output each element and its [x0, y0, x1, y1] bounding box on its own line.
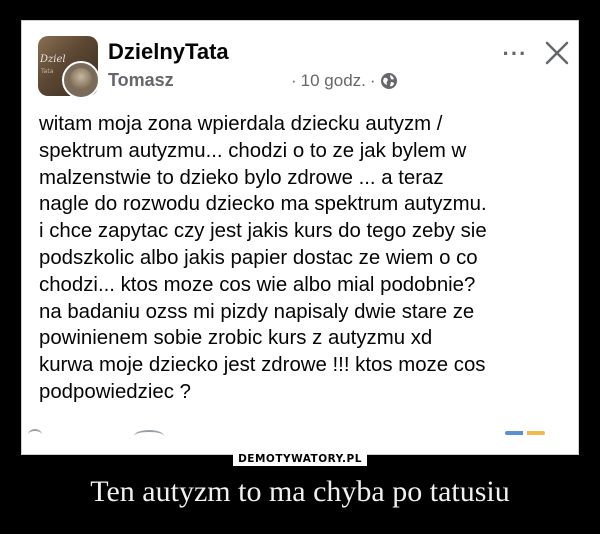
post-timestamp[interactable]: 10 godz. — [301, 71, 366, 91]
author-profile-picture[interactable] — [62, 61, 100, 99]
post-screenshot-frame: Dziel Tata DzielnyTata Tomasz · 10 godz.… — [21, 20, 579, 455]
close-icon[interactable] — [541, 37, 573, 69]
profile-picture-image — [70, 68, 92, 90]
post-meta: · 10 godz. · — [287, 71, 398, 91]
watermark-text: DEMOTYWATORY.PL — [233, 452, 367, 466]
meta-separator: · — [291, 71, 297, 90]
meta-separator-2: · — [369, 71, 376, 90]
group-avatar-subtext: Tata — [41, 68, 54, 75]
post-header: Dziel Tata DzielnyTata Tomasz · 10 godz.… — [22, 21, 578, 111]
group-avatar-text: Dziel — [40, 54, 66, 65]
meme-caption: Ten autyzm to ma chyba po tatusiu — [90, 475, 510, 508]
reaction-emoji-icons — [505, 431, 545, 435]
post-body-text: witam moja zona wpierdala dziecku autyzm… — [39, 113, 487, 403]
globe-icon — [380, 73, 397, 89]
reaction-hint-icon — [28, 429, 42, 441]
group-name-link[interactable]: DzielnyTata — [108, 39, 229, 65]
author-name-link[interactable]: Tomasz — [108, 70, 174, 91]
watermark: DEMOTYWATORY.PL — [0, 449, 600, 467]
more-options-icon[interactable]: ··· — [500, 39, 530, 69]
reaction-hint-icon-2 — [134, 430, 164, 442]
